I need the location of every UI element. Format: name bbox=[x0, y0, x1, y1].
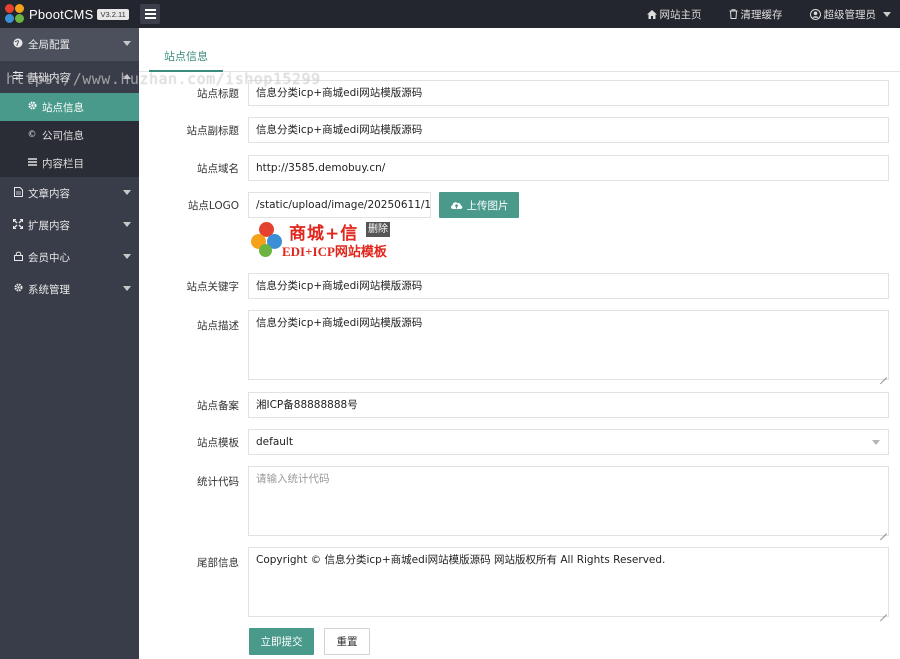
sliders-icon bbox=[12, 71, 24, 83]
site-keywords-input[interactable]: 信息分类icp+商城edi网站模版源码 bbox=[248, 273, 889, 299]
sidebar-item-label: 全局配置 bbox=[28, 39, 70, 51]
chevron-up-icon bbox=[123, 74, 131, 79]
logo-preview: 商城+信 EDI+ICP网站模板 删除 bbox=[249, 220, 394, 260]
sidebar-item-label: 会员中心 bbox=[28, 251, 70, 264]
admin-user-menu[interactable]: 超级管理员 bbox=[809, 7, 891, 22]
sidebar-item-label: 公司信息 bbox=[42, 129, 84, 142]
field-label: 站点备案 bbox=[197, 400, 239, 412]
sidebar-item-site-info[interactable]: 站点信息 bbox=[0, 93, 139, 121]
app-name: PbootCMS bbox=[29, 6, 94, 22]
site-title-input[interactable]: 信息分类icp+商城edi网站模版源码 bbox=[248, 80, 889, 106]
field-label: 站点描述 bbox=[197, 320, 239, 332]
chevron-down-icon bbox=[123, 190, 131, 195]
stats-code-placeholder: 请输入统计代码 bbox=[256, 473, 330, 485]
field-label: 站点标题 bbox=[197, 88, 239, 100]
admin-user-label: 超级管理员 bbox=[823, 8, 877, 21]
list-icon bbox=[26, 157, 38, 169]
sidebar: 全局配置 基础内容 站点信息 © 公司信息 内容栏目 文章内容 扩展内容 会员中… bbox=[0, 28, 139, 659]
site-subtitle-input[interactable]: 信息分类icp+商城edi网站模版源码 bbox=[248, 117, 889, 143]
sidebar-item-label: 基础内容 bbox=[28, 71, 70, 84]
site-template-select[interactable]: default bbox=[248, 429, 889, 455]
site-logo-input[interactable]: /static/upload/image/20250611/174960 bbox=[248, 192, 431, 218]
expand-icon bbox=[12, 218, 24, 232]
globe-icon bbox=[12, 38, 24, 51]
sidebar-submenu: 站点信息 © 公司信息 内容栏目 bbox=[0, 93, 139, 177]
sidebar-item-members[interactable]: 会员中心 bbox=[0, 241, 139, 273]
sidebar-item-label: 扩展内容 bbox=[28, 219, 70, 232]
chevron-down-icon bbox=[123, 286, 131, 291]
field-label: 站点关键字 bbox=[186, 281, 240, 293]
field-label: 尾部信息 bbox=[197, 557, 239, 569]
sidebar-item-extensions[interactable]: 扩展内容 bbox=[0, 209, 139, 241]
upload-image-label: 上传图片 bbox=[466, 199, 509, 212]
trash-icon bbox=[729, 9, 737, 19]
tab-bar: 站点信息 bbox=[139, 28, 900, 72]
site-description-value: 信息分类icp+商城edi网站模版源码 bbox=[256, 317, 423, 329]
chevron-down-icon bbox=[123, 222, 131, 227]
resize-handle-icon[interactable] bbox=[879, 370, 887, 378]
site-domain-input[interactable]: http://3585.demobuy.cn/ bbox=[248, 155, 889, 181]
field-label: 站点LOGO bbox=[187, 200, 239, 212]
sidebar-item-basic-content[interactable]: 基础内容 bbox=[0, 61, 139, 93]
field-label: 站点副标题 bbox=[186, 125, 240, 137]
clear-cache-link[interactable]: 清理缓存 bbox=[729, 7, 783, 22]
chevron-down-icon bbox=[883, 11, 891, 17]
footer-info-value: Copyright © 信息分类icp+商城edi网站模版源码 网站版权所有 A… bbox=[256, 554, 666, 566]
top-header: PbootCMS V3.2.11 网站主页 清理缓存 超级管理员 bbox=[0, 0, 900, 28]
sidebar-item-system[interactable]: 系统管理 bbox=[0, 273, 139, 305]
site-icp-input[interactable]: 湘ICP备88888888号 bbox=[248, 392, 889, 418]
clear-cache-label: 清理缓存 bbox=[740, 8, 783, 21]
brand[interactable]: PbootCMS V3.2.11 bbox=[0, 0, 140, 28]
cog-icon bbox=[12, 283, 24, 295]
document-icon bbox=[12, 186, 24, 200]
pboot-logo-icon bbox=[5, 4, 25, 24]
chevron-down-icon bbox=[123, 254, 131, 259]
sidebar-item-content-columns[interactable]: 内容栏目 bbox=[0, 149, 139, 177]
footer-info-textarea[interactable]: Copyright © 信息分类icp+商城edi网站模版源码 网站版权所有 A… bbox=[248, 547, 889, 617]
copyright-icon: © bbox=[27, 130, 37, 140]
sidebar-item-company-info[interactable]: © 公司信息 bbox=[0, 121, 139, 149]
site-home-label: 网站主页 bbox=[659, 8, 702, 21]
sidebar-item-label: 站点信息 bbox=[42, 101, 84, 114]
resize-handle-icon[interactable] bbox=[879, 607, 887, 615]
logo-preview-mark-icon bbox=[251, 222, 283, 257]
cloud-upload-icon bbox=[450, 202, 462, 209]
field-label: 统计代码 bbox=[197, 476, 239, 488]
field-label: 站点域名 bbox=[197, 163, 239, 175]
resize-handle-icon[interactable] bbox=[879, 526, 887, 534]
chevron-down-icon bbox=[872, 440, 880, 445]
chevron-down-icon bbox=[123, 41, 131, 46]
version-badge: V3.2.11 bbox=[97, 8, 129, 20]
logo-preview-line2: EDI+ICP网站模板 bbox=[282, 244, 387, 259]
sidebar-item-label: 内容栏目 bbox=[42, 157, 84, 170]
sidebar-item-label: 系统管理 bbox=[28, 283, 70, 296]
gear-icon bbox=[26, 101, 38, 113]
submit-button[interactable]: 立即提交 bbox=[249, 628, 314, 655]
upload-image-button[interactable]: 上传图片 bbox=[439, 192, 519, 218]
delete-logo-button[interactable]: 删除 bbox=[366, 222, 390, 237]
site-template-value: default bbox=[256, 436, 293, 448]
tab-site-info[interactable]: 站点信息 bbox=[149, 43, 223, 72]
menu-toggle-button[interactable] bbox=[140, 4, 160, 24]
site-description-textarea[interactable]: 信息分类icp+商城edi网站模版源码 bbox=[248, 310, 889, 380]
lock-icon bbox=[12, 251, 24, 264]
home-icon bbox=[646, 9, 657, 19]
reset-button[interactable]: 重置 bbox=[324, 628, 370, 655]
user-icon bbox=[809, 8, 821, 20]
sidebar-item-global-config[interactable]: 全局配置 bbox=[0, 28, 139, 61]
field-label: 站点模板 bbox=[197, 437, 239, 449]
sidebar-item-articles[interactable]: 文章内容 bbox=[0, 177, 139, 209]
site-home-link[interactable]: 网站主页 bbox=[646, 7, 702, 22]
sidebar-item-label: 文章内容 bbox=[28, 187, 70, 200]
stats-code-textarea[interactable]: 请输入统计代码 bbox=[248, 466, 889, 536]
